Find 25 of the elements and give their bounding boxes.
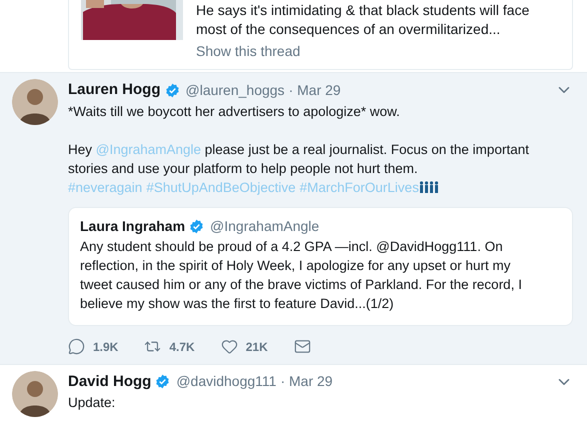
envelope-icon[interactable] (294, 338, 311, 355)
tweet-text: Hey @IngrahamAngle please just be a real journalist. Focus on the important stories and use your platform to help people not hurt them. (68, 140, 530, 178)
quoted-tweet-text: Any student should be proud of a 4.2 GPA —incl. @DavidHogg111. On reflection, in the spirit of Holy Week, I apologize for any upset or hurt my tweet caused him or any of the brave victims of Parkland. For the record, I believe my show was the first to feature David...(1/2) (80, 238, 523, 312)
tweet-date[interactable]: · Mar 29 (280, 371, 333, 392)
tweet-text: Update: (68, 394, 116, 412)
action-count: 1.9K (93, 338, 118, 356)
show-thread-link[interactable]: Show this thread (196, 42, 562, 61)
action-count: 21K (246, 338, 268, 356)
avatar[interactable] (12, 79, 58, 125)
thread-card[interactable]: He says it's intimidating & that black students will face most of the consequences of an overmilitarized... Show this thread (68, 0, 573, 70)
user-name[interactable]: David Hogg (68, 370, 152, 393)
user-handle[interactable]: @IngrahamAngle (210, 216, 320, 236)
user-handle[interactable]: @lauren_hoggs (186, 80, 285, 101)
thread-card-text: He says it's intimidating & that black students will face most of the consequences of an overmilitarized... (196, 1, 530, 39)
user-name[interactable]: Lauren Hogg (68, 79, 160, 102)
avatar[interactable] (12, 370, 58, 416)
user-handle[interactable]: @davidhogg111 (176, 371, 276, 392)
quoted-tweet[interactable] (68, 206, 573, 326)
tweet-text: *Waits till we boycott her advertisers to apologize* wow. (68, 102, 401, 120)
heart-icon[interactable] (220, 338, 238, 355)
user-name[interactable]: Laura Ingraham (80, 216, 186, 236)
action-count: 4.7K (169, 338, 195, 356)
tweet-date[interactable]: · Mar 29 (288, 80, 341, 101)
reply-icon[interactable] (68, 338, 85, 355)
family-icon (418, 181, 439, 193)
